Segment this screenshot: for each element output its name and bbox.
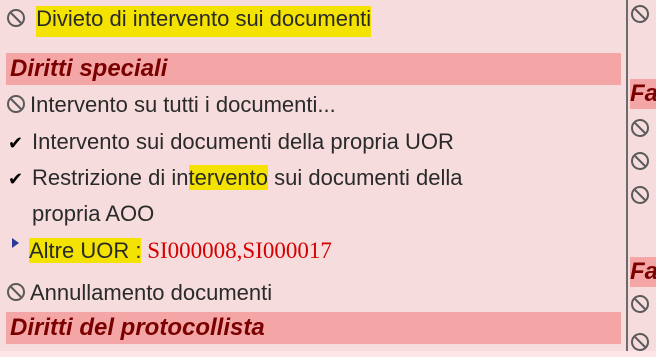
rights-item-propria-uor-label: Intervento sui documenti della propria U… xyxy=(32,129,454,154)
checkmark-icon: ✔ xyxy=(8,133,24,153)
rights-item-divieto[interactable]: Divieto di intervento sui documenti xyxy=(6,6,372,37)
rights-item-propria-uor[interactable]: ✔ Intervento sui documenti della propria … xyxy=(6,129,454,156)
rights-item-intervento-tutti[interactable]: Intervento su tutti i documenti... xyxy=(6,92,336,118)
section-diritti-speciali: Diritti speciali xyxy=(6,53,621,85)
rights-item-altre-uor[interactable]: Altre UOR : SI000008,SI000017 xyxy=(6,238,332,264)
forbidden-icon xyxy=(630,294,650,314)
right-section-fragment-1: Fa xyxy=(630,79,656,109)
forbidden-icon xyxy=(630,4,650,24)
altre-uor-value: SI000008,SI000017 xyxy=(141,238,332,263)
rights-item-restrizione-line2: propria AOO xyxy=(32,201,155,226)
forbidden-icon xyxy=(6,8,26,28)
rights-item-divieto-label: Divieto di intervento sui documenti xyxy=(30,6,372,37)
forbidden-icon xyxy=(630,332,650,352)
section-diritti-protocollista: Diritti del protocollista xyxy=(6,312,621,344)
forbidden-icon xyxy=(630,151,650,171)
checkmark-icon: ✔ xyxy=(8,169,24,189)
forbidden-icon xyxy=(6,94,26,114)
rights-item-intervento-tutti-label: Intervento su tutti i documenti... xyxy=(30,92,336,117)
bullet-triangle-icon xyxy=(12,238,19,248)
rights-item-restrizione[interactable]: ✔ Restrizione di intervento sui documenti… xyxy=(6,165,616,192)
rights-item-restrizione-label-part2: sui documenti della xyxy=(268,165,463,190)
forbidden-icon xyxy=(630,118,650,138)
right-section-fragment-2: Fa xyxy=(630,257,656,287)
rights-item-restrizione-label-highlight: tervento xyxy=(188,165,269,190)
forbidden-icon xyxy=(630,185,650,205)
forbidden-icon xyxy=(6,282,26,302)
altre-uor-label: Altre UOR : xyxy=(29,238,142,263)
rights-item-annullamento-label: Annullamento documenti xyxy=(30,280,273,305)
rights-item-annullamento[interactable]: Annullamento documenti xyxy=(6,280,272,306)
rights-item-restrizione-label-part1: Restrizione di in xyxy=(32,165,189,190)
